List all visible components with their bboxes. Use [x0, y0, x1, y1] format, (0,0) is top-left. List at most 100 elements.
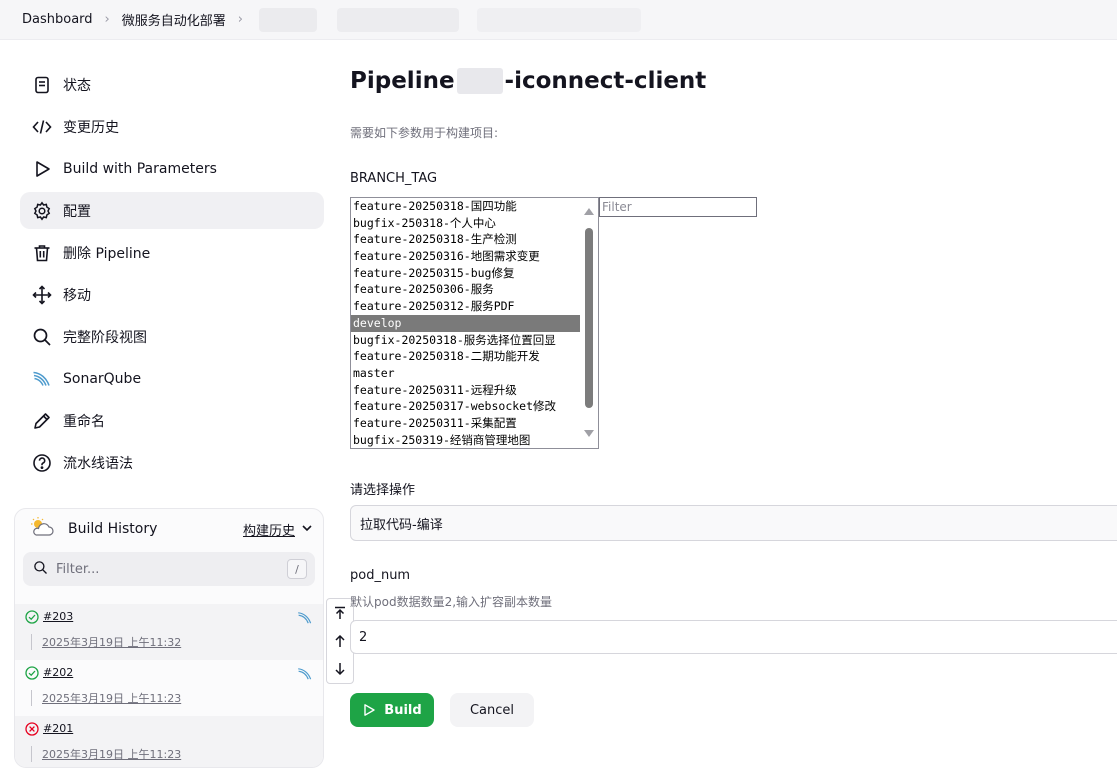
branch-option[interactable]: develop — [351, 314, 580, 332]
trash-icon — [32, 243, 52, 263]
build-row[interactable]: #202 2025年3月19日 上午11:23 — [15, 660, 323, 716]
page-title-suffix: -iconnect-client — [504, 68, 707, 94]
sidebar-item-label: 移动 — [63, 287, 91, 304]
sidebar-item-label: 删除 Pipeline — [63, 245, 151, 262]
page-title: Pipeline -iconnect-client — [350, 68, 706, 94]
branch-tag-listbox[interactable]: feature-20250318-国四功能 bugfix-250318-个人中心 f… — [350, 197, 599, 449]
chevron-down-icon[interactable] — [301, 522, 313, 537]
sidebar-item-status[interactable]: 状态 — [20, 66, 324, 103]
chevron-right-icon: › — [104, 12, 110, 27]
chevron-right-icon: › — [237, 12, 243, 27]
operation-label: 请选择操作 — [350, 483, 416, 498]
sidebar-item-rename[interactable]: 重命名 — [20, 402, 324, 439]
pod-num-description: 默认pod数据数量2,输入扩容副本数量 — [350, 595, 553, 609]
branch-option[interactable]: bugfix-250319-经销商管理地图 — [351, 432, 580, 448]
branch-option[interactable]: feature-20250318-二期功能开发 — [351, 348, 580, 365]
branch-option[interactable]: feature-20250311-远程升级 — [351, 382, 580, 399]
sidebar-item-delete-pipeline[interactable]: 删除 Pipeline — [20, 234, 324, 271]
listbox-scrollbar[interactable] — [581, 198, 598, 448]
build-number-link[interactable]: #202 — [43, 666, 73, 679]
move-icon — [32, 284, 52, 305]
breadcrumb-dashboard[interactable]: Dashboard — [22, 12, 93, 27]
page-title-prefix: Pipeline — [350, 68, 455, 94]
sidebar-item-configure[interactable]: 配置 — [20, 192, 324, 229]
sonarqube-icon[interactable] — [297, 610, 313, 626]
build-history-filter-input[interactable] — [56, 561, 276, 577]
build-list: #203 2025年3月19日 上午11:32 #202 2025年3月19日 … — [15, 604, 323, 767]
branch-filter-input[interactable] — [599, 197, 757, 217]
arrow-down-icon[interactable] — [333, 662, 347, 676]
operation-select[interactable]: 拉取代码-编译 — [350, 505, 1117, 541]
build-history-panel: Build History 构建历史 / #203 2025年3月19日 上午1… — [14, 508, 324, 768]
build-history-link[interactable]: 构建历史 — [243, 520, 295, 539]
sidebar-item-stage-view[interactable]: 完整阶段视图 — [20, 318, 324, 355]
branch-option[interactable]: feature-20250318-生产检测 — [351, 231, 580, 248]
sidebar-item-pipeline-syntax[interactable]: 流水线语法 — [20, 444, 324, 481]
redacted-crumb — [336, 7, 459, 32]
build-history-search: / — [23, 552, 315, 586]
scroll-down-arrow-icon[interactable] — [584, 430, 594, 437]
failed-x-icon — [25, 722, 39, 736]
redacted-title-segment — [456, 68, 503, 94]
build-row[interactable]: #201 2025年3月19日 上午11:23 — [15, 716, 323, 767]
sonarqube-icon[interactable] — [297, 666, 313, 682]
branch-option[interactable]: feature-20250311-采集配置 — [351, 415, 580, 432]
branch-option[interactable]: feature-20250306-服务 — [351, 281, 580, 298]
parameters-description: 需要如下参数用于构建项目: — [350, 126, 499, 140]
sidebar-item-label: 完整阶段视图 — [63, 329, 147, 346]
sidebar-item-changes[interactable]: 变更历史 — [20, 108, 324, 145]
build-number-link[interactable]: #203 — [43, 610, 73, 623]
redacted-crumb — [258, 7, 317, 32]
pencil-icon — [32, 411, 52, 431]
sidebar-item-label: 变更历史 — [63, 119, 119, 136]
sidebar-item-label: 重命名 — [63, 413, 105, 430]
build-date-link[interactable]: 2025年3月19日 上午11:23 — [42, 746, 181, 762]
branch-option[interactable]: bugfix-20250318-服务选择位置回显 — [351, 332, 580, 349]
cancel-button-label: Cancel — [469, 702, 515, 718]
build-button-label: Build — [384, 702, 422, 718]
help-icon — [32, 453, 52, 473]
build-date-link[interactable]: 2025年3月19日 上午11:23 — [42, 690, 181, 706]
operation-selected-value: 拉取代码-编译 — [360, 517, 443, 533]
gear-icon — [32, 201, 52, 221]
weather-icon — [29, 516, 55, 542]
branch-tag-label: BRANCH_TAG — [350, 171, 438, 186]
timeline-line — [31, 746, 32, 762]
scroll-up-arrow-icon[interactable] — [584, 208, 594, 215]
document-icon — [32, 75, 52, 95]
sidebar-item-label: 配置 — [63, 203, 91, 220]
branch-option[interactable]: bugfix-250318-个人中心 — [351, 215, 580, 232]
timeline-line — [31, 690, 32, 706]
build-number-link[interactable]: #201 — [43, 722, 73, 735]
branch-option[interactable]: feature-20250316-地图需求变更 — [351, 248, 580, 265]
build-button[interactable]: Build — [350, 693, 434, 727]
pod-num-input[interactable] — [350, 620, 1117, 654]
sidebar-item-label: SonarQube — [63, 370, 142, 387]
branch-option[interactable]: feature-20250317-websocket修改 — [351, 398, 580, 415]
branch-option[interactable]: master — [351, 365, 580, 382]
build-date-link[interactable]: 2025年3月19日 上午11:32 — [42, 634, 181, 650]
sidebar-item-build-with-parameters[interactable]: Build with Parameters — [20, 150, 324, 187]
code-icon — [32, 117, 52, 137]
branch-option[interactable]: feature-20250318-国四功能 — [351, 198, 580, 215]
sidebar-item-label: 流水线语法 — [63, 455, 133, 472]
search-icon — [33, 560, 48, 579]
success-check-icon — [25, 666, 39, 680]
breadcrumb-folder[interactable]: 微服务自动化部署 — [122, 10, 226, 29]
scroll-to-top-icon[interactable] — [333, 606, 347, 620]
build-history-header: Build History 构建历史 — [15, 509, 323, 549]
sidebar-item-move[interactable]: 移动 — [20, 276, 324, 313]
build-row[interactable]: #203 2025年3月19日 上午11:32 — [15, 604, 323, 660]
branch-option[interactable]: feature-20250312-服务PDF — [351, 298, 580, 315]
build-history-title: Build History — [68, 521, 158, 537]
breadcrumb: Dashboard › 微服务自动化部署 › — [0, 0, 1117, 40]
scrollbar-thumb[interactable] — [585, 228, 593, 408]
arrow-up-icon[interactable] — [333, 634, 347, 648]
sonarqube-icon — [32, 369, 52, 389]
redacted-crumb — [476, 7, 641, 32]
branch-option[interactable]: feature-20250315-bug修复 — [351, 265, 580, 282]
side-nav: 状态 变更历史 Build with Parameters 配置 删除 Pipe… — [20, 66, 324, 486]
cancel-button[interactable]: Cancel — [450, 693, 534, 727]
sidebar-item-sonarqube[interactable]: SonarQube — [20, 360, 324, 397]
play-icon — [364, 704, 375, 716]
